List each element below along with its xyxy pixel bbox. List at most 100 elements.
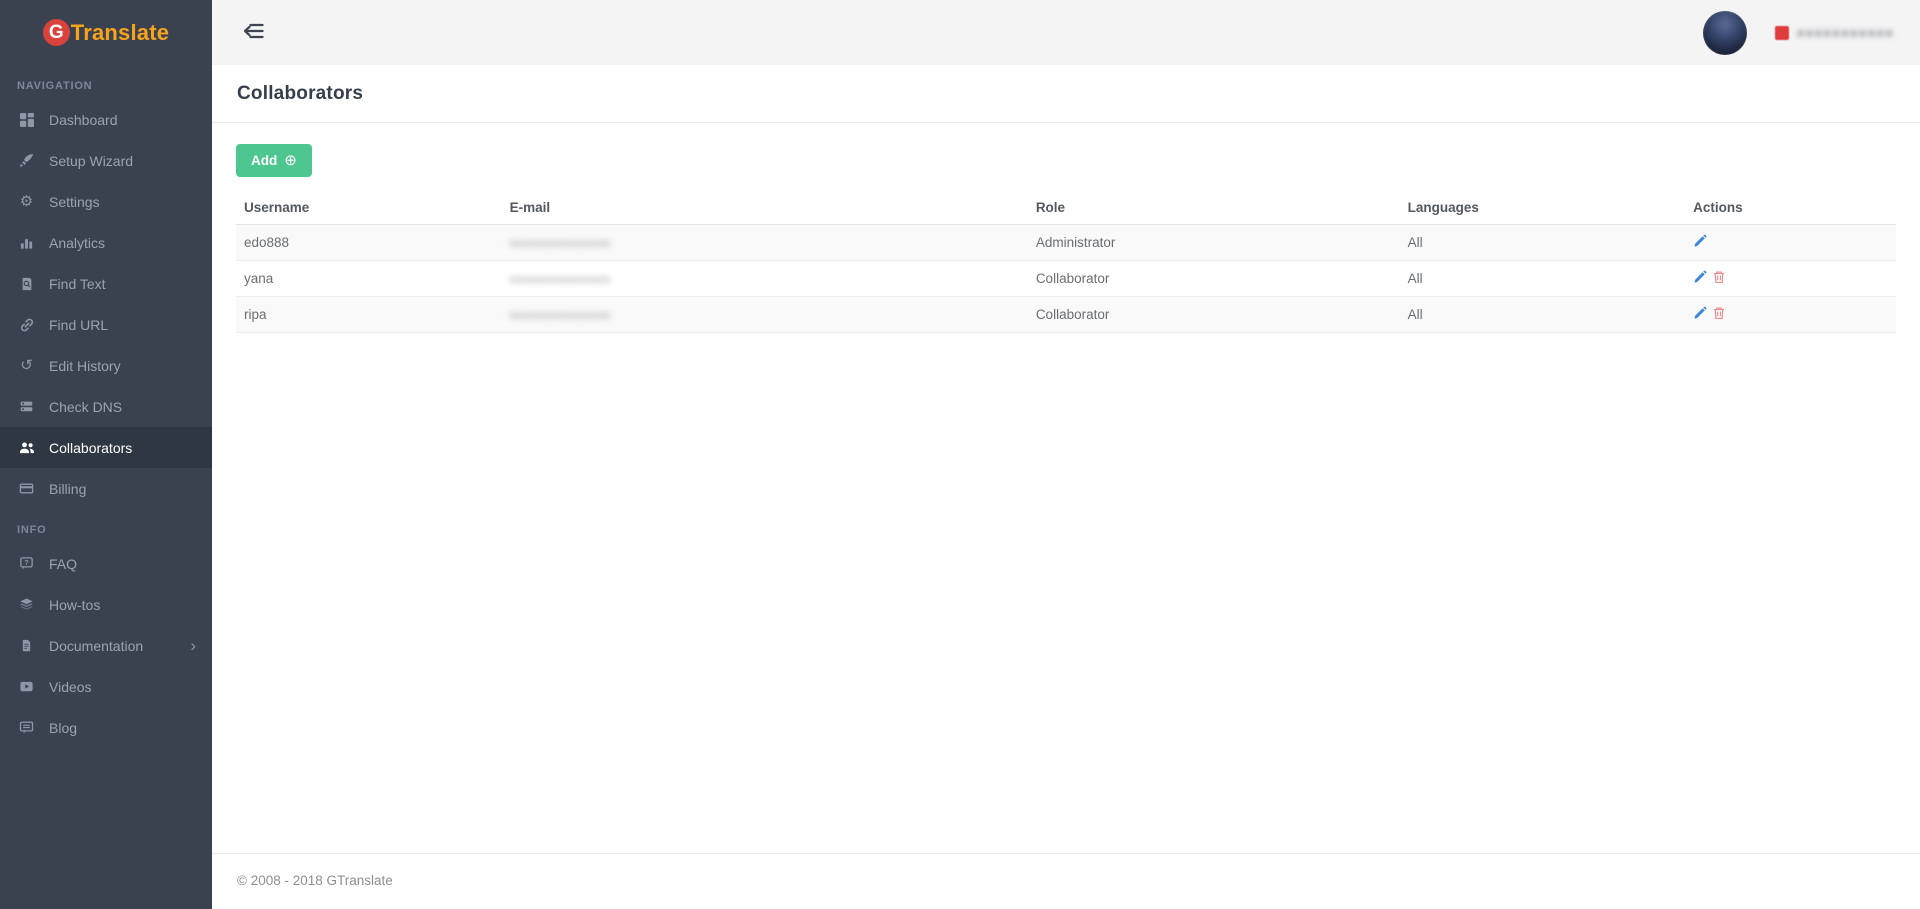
video-icon xyxy=(17,679,36,694)
site-language-flag-icon xyxy=(1774,25,1789,40)
actions-cell xyxy=(1685,296,1896,333)
sidebar-item-label: Dashboard xyxy=(49,111,118,128)
sidebar-collapse-button[interactable] xyxy=(238,18,269,47)
page-title: Collaborators xyxy=(237,82,364,104)
sidebar-item-label: Find Text xyxy=(49,275,106,292)
sidebar-item-documentation[interactable]: Documentation › xyxy=(0,625,212,666)
gtranslate-logo[interactable]: G Translate xyxy=(0,0,212,65)
sidebar-item-blog[interactable]: Blog xyxy=(0,707,212,748)
delete-icon xyxy=(1712,270,1726,287)
edit-icon xyxy=(1693,306,1707,323)
table-row-yana: yana ●●●●●●●●●●●●● Collaborator All xyxy=(236,260,1896,297)
question-bubble-icon: ? xyxy=(17,556,36,571)
column-header-username: Username xyxy=(236,192,502,225)
gtranslate-logo-g-icon: G xyxy=(42,19,70,46)
users-icon xyxy=(17,440,36,456)
edit-icon xyxy=(1693,270,1707,287)
history-icon: ↺ xyxy=(20,357,33,374)
user-avatar[interactable] xyxy=(1702,10,1747,55)
username-cell: edo888 xyxy=(236,224,502,261)
sidebar-item-videos[interactable]: Videos xyxy=(0,666,212,707)
avatar-photo-blurred xyxy=(1702,10,1747,55)
sidebar-item-find-text[interactable]: Find Text xyxy=(0,263,212,304)
sidebar-item-label: Settings xyxy=(49,193,100,210)
dashboard-icon xyxy=(17,112,36,128)
email-cell: ●●●●●●●●●●●●● xyxy=(501,296,1028,333)
email-redacted: ●●●●●●●●●●●●● xyxy=(509,272,611,286)
column-header-actions: Actions xyxy=(1685,192,1896,225)
nav-section-label-navigation: NAVIGATION xyxy=(17,80,93,92)
edit-icon xyxy=(1693,234,1707,251)
sidebar-item-label: Billing xyxy=(49,480,87,497)
chat-bubble-icon xyxy=(17,720,36,735)
sidebar-item-settings[interactable]: ⚙ Settings xyxy=(0,181,212,222)
email-cell: ●●●●●●●●●●●●● xyxy=(501,224,1028,261)
delete-button[interactable] xyxy=(1712,270,1726,287)
sidebar-item-label: Edit History xyxy=(49,357,121,374)
actions-cell xyxy=(1685,260,1896,297)
sidebar-item-collaborators[interactable]: Collaborators xyxy=(0,427,212,468)
chevron-right-icon: › xyxy=(190,636,196,655)
menu-fold-arrow-icon xyxy=(242,22,265,43)
sidebar-item-label: Check DNS xyxy=(49,398,123,415)
server-icon xyxy=(17,399,36,414)
sidebar-item-faq[interactable]: ? FAQ xyxy=(0,543,212,584)
sidebar-item-label: Setup Wizard xyxy=(49,152,134,169)
languages-cell: All xyxy=(1399,260,1686,297)
circled-plus-icon: ⊕ xyxy=(284,152,297,169)
column-header-languages: Languages xyxy=(1399,192,1686,225)
edit-button[interactable] xyxy=(1693,306,1707,323)
rocket-icon xyxy=(17,153,36,168)
sidebar-item-check-dns[interactable]: Check DNS xyxy=(0,386,212,427)
sidebar-item-label: Find URL xyxy=(49,316,109,333)
add-collaborator-button[interactable]: Add ⊕ xyxy=(236,144,312,177)
footer: © 2008 - 2018 GTranslate xyxy=(212,853,1920,909)
sidebar-item-label: Videos xyxy=(49,678,92,695)
sidebar-item-label: Documentation xyxy=(49,637,144,654)
search-doc-icon xyxy=(17,277,36,291)
credit-card-icon xyxy=(17,481,36,496)
table-row-edo888: edo888 ●●●●●●●●●●●●● Administrator All xyxy=(236,224,1896,261)
collaborators-table: Username E-mail Role Languages Actions edo88… xyxy=(236,192,1896,333)
sidebar-item-billing[interactable]: Billing xyxy=(0,468,212,509)
page-heading: Collaborators xyxy=(212,65,1920,123)
svg-text:?: ? xyxy=(24,558,29,567)
column-header-e-mail: E-mail xyxy=(501,192,1028,225)
sidebar-item-how-tos[interactable]: How-tos xyxy=(0,584,212,625)
edit-button[interactable] xyxy=(1693,270,1707,287)
document-icon xyxy=(17,638,36,653)
layers-icon xyxy=(17,597,36,612)
bar-chart-icon xyxy=(17,235,36,250)
sidebar-item-label: FAQ xyxy=(49,555,78,572)
sidebar-item-edit-history[interactable]: ↺ Edit History xyxy=(0,345,212,386)
role-cell: Collaborator xyxy=(1027,296,1400,333)
sidebar-nav: NAVIGATION Dashboard Setup Wizard ⚙ Settings… xyxy=(0,65,212,748)
sidebar-item-setup-wizard[interactable]: Setup Wizard xyxy=(0,140,212,181)
sidebar-item-find-url[interactable]: Find URL xyxy=(0,304,212,345)
sidebar: G Translate NAVIGATION Dashboard Setup Wiz… xyxy=(0,0,212,909)
role-cell: Administrator xyxy=(1027,224,1400,261)
gear-icon: ⚙ xyxy=(19,193,34,210)
sidebar-item-label: Analytics xyxy=(49,234,106,251)
table-row-ripa: ripa ●●●●●●●●●●●●● Collaborator All xyxy=(236,296,1896,333)
edit-button[interactable] xyxy=(1693,234,1707,251)
sidebar-item-label: Collaborators xyxy=(49,439,133,456)
languages-cell: All xyxy=(1399,296,1686,333)
delete-icon xyxy=(1712,306,1726,323)
email-cell: ●●●●●●●●●●●●● xyxy=(501,260,1028,297)
topbar: ●●●●●●●●●●● xyxy=(212,0,1920,65)
languages-cell: All xyxy=(1399,224,1686,261)
sidebar-item-dashboard[interactable]: Dashboard xyxy=(0,99,212,140)
sidebar-item-analytics[interactable]: Analytics xyxy=(0,222,212,263)
delete-button[interactable] xyxy=(1712,306,1726,323)
username-cell: yana xyxy=(236,260,502,297)
gtranslate-logo-text: Translate xyxy=(70,19,170,45)
add-button-label: Add xyxy=(251,153,278,168)
copyright-text: © 2008 - 2018 GTranslate xyxy=(237,873,393,888)
app-root: G Translate NAVIGATION Dashboard Setup Wiz… xyxy=(0,0,1920,909)
content: Add ⊕ Username E-mail Role Languages Actions… xyxy=(212,123,1920,853)
topbar-account-area: ●●●●●●●●●●● xyxy=(1702,10,1894,55)
table-head: Username E-mail Role Languages Actions xyxy=(236,192,1896,225)
account-domain-redacted[interactable]: ●●●●●●●●●●● xyxy=(1797,25,1894,40)
sidebar-item-label: Blog xyxy=(49,719,78,736)
